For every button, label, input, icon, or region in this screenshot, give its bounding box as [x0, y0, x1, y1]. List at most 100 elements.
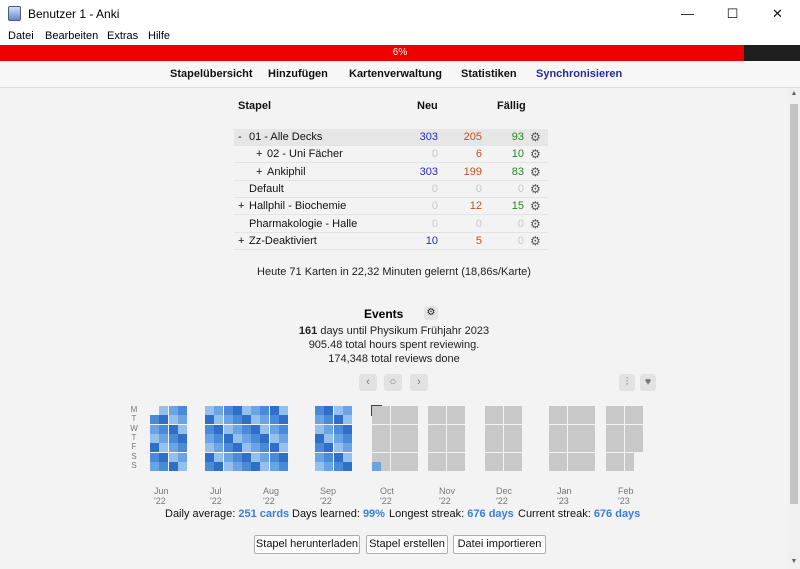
- heatmap-day-cell[interactable]: [342, 452, 352, 462]
- heatmap-day-cell[interactable]: [223, 452, 233, 462]
- heatmap-day-cell[interactable]: [372, 424, 381, 434]
- heatmap-day-cell[interactable]: [251, 452, 260, 462]
- heatmap-day-cell[interactable]: [615, 452, 625, 462]
- heatmap-day-cell[interactable]: [437, 433, 447, 443]
- heatmap-day-cell[interactable]: [381, 424, 391, 434]
- heatmap-day-cell[interactable]: [494, 461, 504, 471]
- heatmap-day-cell[interactable]: [455, 433, 465, 443]
- deck-row[interactable]: + Zz-Deaktiviert 10 5 0 ⚙: [234, 233, 548, 250]
- heatmap-day-cell[interactable]: [342, 424, 352, 434]
- heatmap-day-cell[interactable]: [333, 424, 343, 434]
- heatmap-day-cell[interactable]: [485, 433, 494, 443]
- heatmap-day-cell[interactable]: [576, 452, 586, 462]
- heatmap-day-cell[interactable]: [278, 461, 288, 471]
- heatmap-day-cell[interactable]: [606, 461, 615, 471]
- heatmap-day-cell[interactable]: [485, 443, 494, 453]
- heatmap-day-cell[interactable]: [372, 443, 381, 453]
- deck-collapse-toggle[interactable]: -: [238, 131, 242, 143]
- toolbar-add-link[interactable]: Hinzufügen: [268, 68, 328, 80]
- heatmap-day-cell[interactable]: [381, 443, 391, 453]
- heatmap-day-cell[interactable]: [409, 443, 419, 453]
- heatmap-day-cell[interactable]: [606, 443, 615, 453]
- heatmap-day-cell[interactable]: [260, 424, 270, 434]
- heatmap-day-cell[interactable]: [399, 406, 409, 415]
- heatmap-day-cell[interactable]: [624, 424, 634, 434]
- events-settings-gear-icon[interactable]: ⚙: [424, 306, 438, 320]
- heatmap-day-cell[interactable]: [333, 443, 343, 453]
- toolbar-stats-link[interactable]: Statistiken: [461, 68, 517, 80]
- heatmap-day-cell[interactable]: [586, 452, 596, 462]
- heatmap-day-cell[interactable]: [342, 443, 352, 453]
- heatmap-day-cell[interactable]: [278, 443, 288, 453]
- heatmap-day-cell[interactable]: [260, 443, 270, 453]
- heatmap-day-cell[interactable]: [342, 415, 352, 425]
- heatmap-day-cell[interactable]: [586, 433, 596, 443]
- heatmap-day-cell[interactable]: [168, 415, 178, 425]
- heatmap-day-cell[interactable]: [633, 406, 643, 415]
- toolbar-browse-link[interactable]: Kartenverwaltung: [349, 68, 442, 80]
- heatmap-day-cell[interactable]: [260, 415, 270, 425]
- heatmap-day-cell[interactable]: [168, 452, 178, 462]
- heatmap-day-cell[interactable]: [205, 433, 214, 443]
- heatmap-day-cell[interactable]: [446, 406, 456, 415]
- deck-options-gear-icon[interactable]: ⚙: [530, 147, 541, 161]
- heatmap-day-cell[interactable]: [606, 433, 615, 443]
- heatmap-day-cell[interactable]: [615, 433, 625, 443]
- heatmap-day-cell[interactable]: [223, 433, 233, 443]
- heatmap-day-cell[interactable]: [315, 406, 324, 415]
- heatmap-day-cell[interactable]: [549, 452, 558, 462]
- heatmap-day-cell[interactable]: [342, 461, 352, 471]
- heatmap-day-cell[interactable]: [567, 433, 577, 443]
- heatmap-day-cell[interactable]: [150, 452, 159, 462]
- heatmap-day-cell[interactable]: [494, 443, 504, 453]
- heatmap-day-cell[interactable]: [512, 443, 522, 453]
- heatmap-day-cell[interactable]: [177, 443, 187, 453]
- heatmap-day-cell[interactable]: [372, 433, 381, 443]
- create-deck-button[interactable]: Stapel erstellen: [366, 535, 448, 554]
- heatmap-day-cell[interactable]: [342, 406, 352, 415]
- heatmap-day-cell[interactable]: [242, 424, 252, 434]
- heatmap-day-cell[interactable]: [503, 461, 513, 471]
- heatmap-day-cell[interactable]: [455, 415, 465, 425]
- heatmap-day-cell[interactable]: [342, 433, 352, 443]
- heatmap-day-cell[interactable]: [586, 406, 596, 415]
- heatmap-day-cell[interactable]: [232, 424, 242, 434]
- heatmap-day-cell[interactable]: [177, 415, 187, 425]
- heatmap-day-cell[interactable]: [494, 415, 504, 425]
- heatmap-day-cell[interactable]: [232, 443, 242, 453]
- menu-edit[interactable]: Bearbeiten: [45, 30, 98, 42]
- heatmap-day-cell[interactable]: [409, 433, 419, 443]
- deck-row[interactable]: + Ankiphil 303 199 83 ⚙: [234, 164, 548, 181]
- heatmap-day-cell[interactable]: [494, 424, 504, 434]
- heatmap-day-cell[interactable]: [437, 461, 447, 471]
- heatmap-day-cell[interactable]: [399, 433, 409, 443]
- deck-row[interactable]: + Hallphil - Biochemie 0 12 15 ⚙: [234, 198, 548, 216]
- heatmap-day-cell[interactable]: [242, 452, 252, 462]
- heatmap-day-cell[interactable]: [159, 461, 169, 471]
- heatmap-day-cell[interactable]: [150, 443, 159, 453]
- heatmap-day-cell[interactable]: [558, 461, 568, 471]
- heatmap-day-cell[interactable]: [390, 461, 400, 471]
- heatmap-day-cell[interactable]: [205, 461, 214, 471]
- deck-name-link[interactable]: Pharmakologie - Halle: [249, 218, 357, 230]
- heatmap-day-cell[interactable]: [242, 433, 252, 443]
- heatmap-day-cell[interactable]: [446, 452, 456, 462]
- heatmap-day-cell[interactable]: [558, 406, 568, 415]
- close-button[interactable]: ✕: [755, 0, 800, 28]
- heatmap-day-cell[interactable]: [333, 433, 343, 443]
- heatmap-day-cell[interactable]: [390, 406, 400, 415]
- heatmap-day-cell[interactable]: [633, 424, 643, 434]
- minimize-button[interactable]: —: [665, 0, 710, 28]
- heatmap-day-cell[interactable]: [503, 452, 513, 462]
- heatmap-day-cell[interactable]: [512, 433, 522, 443]
- heatmap-day-cell[interactable]: [624, 415, 634, 425]
- heatmap-day-cell[interactable]: [503, 424, 513, 434]
- maximize-button[interactable]: ☐: [710, 0, 755, 28]
- heatmap-day-cell[interactable]: [159, 406, 169, 415]
- heatmap-day-cell[interactable]: [503, 443, 513, 453]
- heatmap-day-cell[interactable]: [624, 452, 634, 462]
- deck-row[interactable]: Default 0 0 0 ⚙: [234, 181, 548, 198]
- heatmap-day-cell[interactable]: [381, 415, 391, 425]
- heatmap-day-cell[interactable]: [168, 433, 178, 443]
- heatmap-day-cell[interactable]: [269, 415, 279, 425]
